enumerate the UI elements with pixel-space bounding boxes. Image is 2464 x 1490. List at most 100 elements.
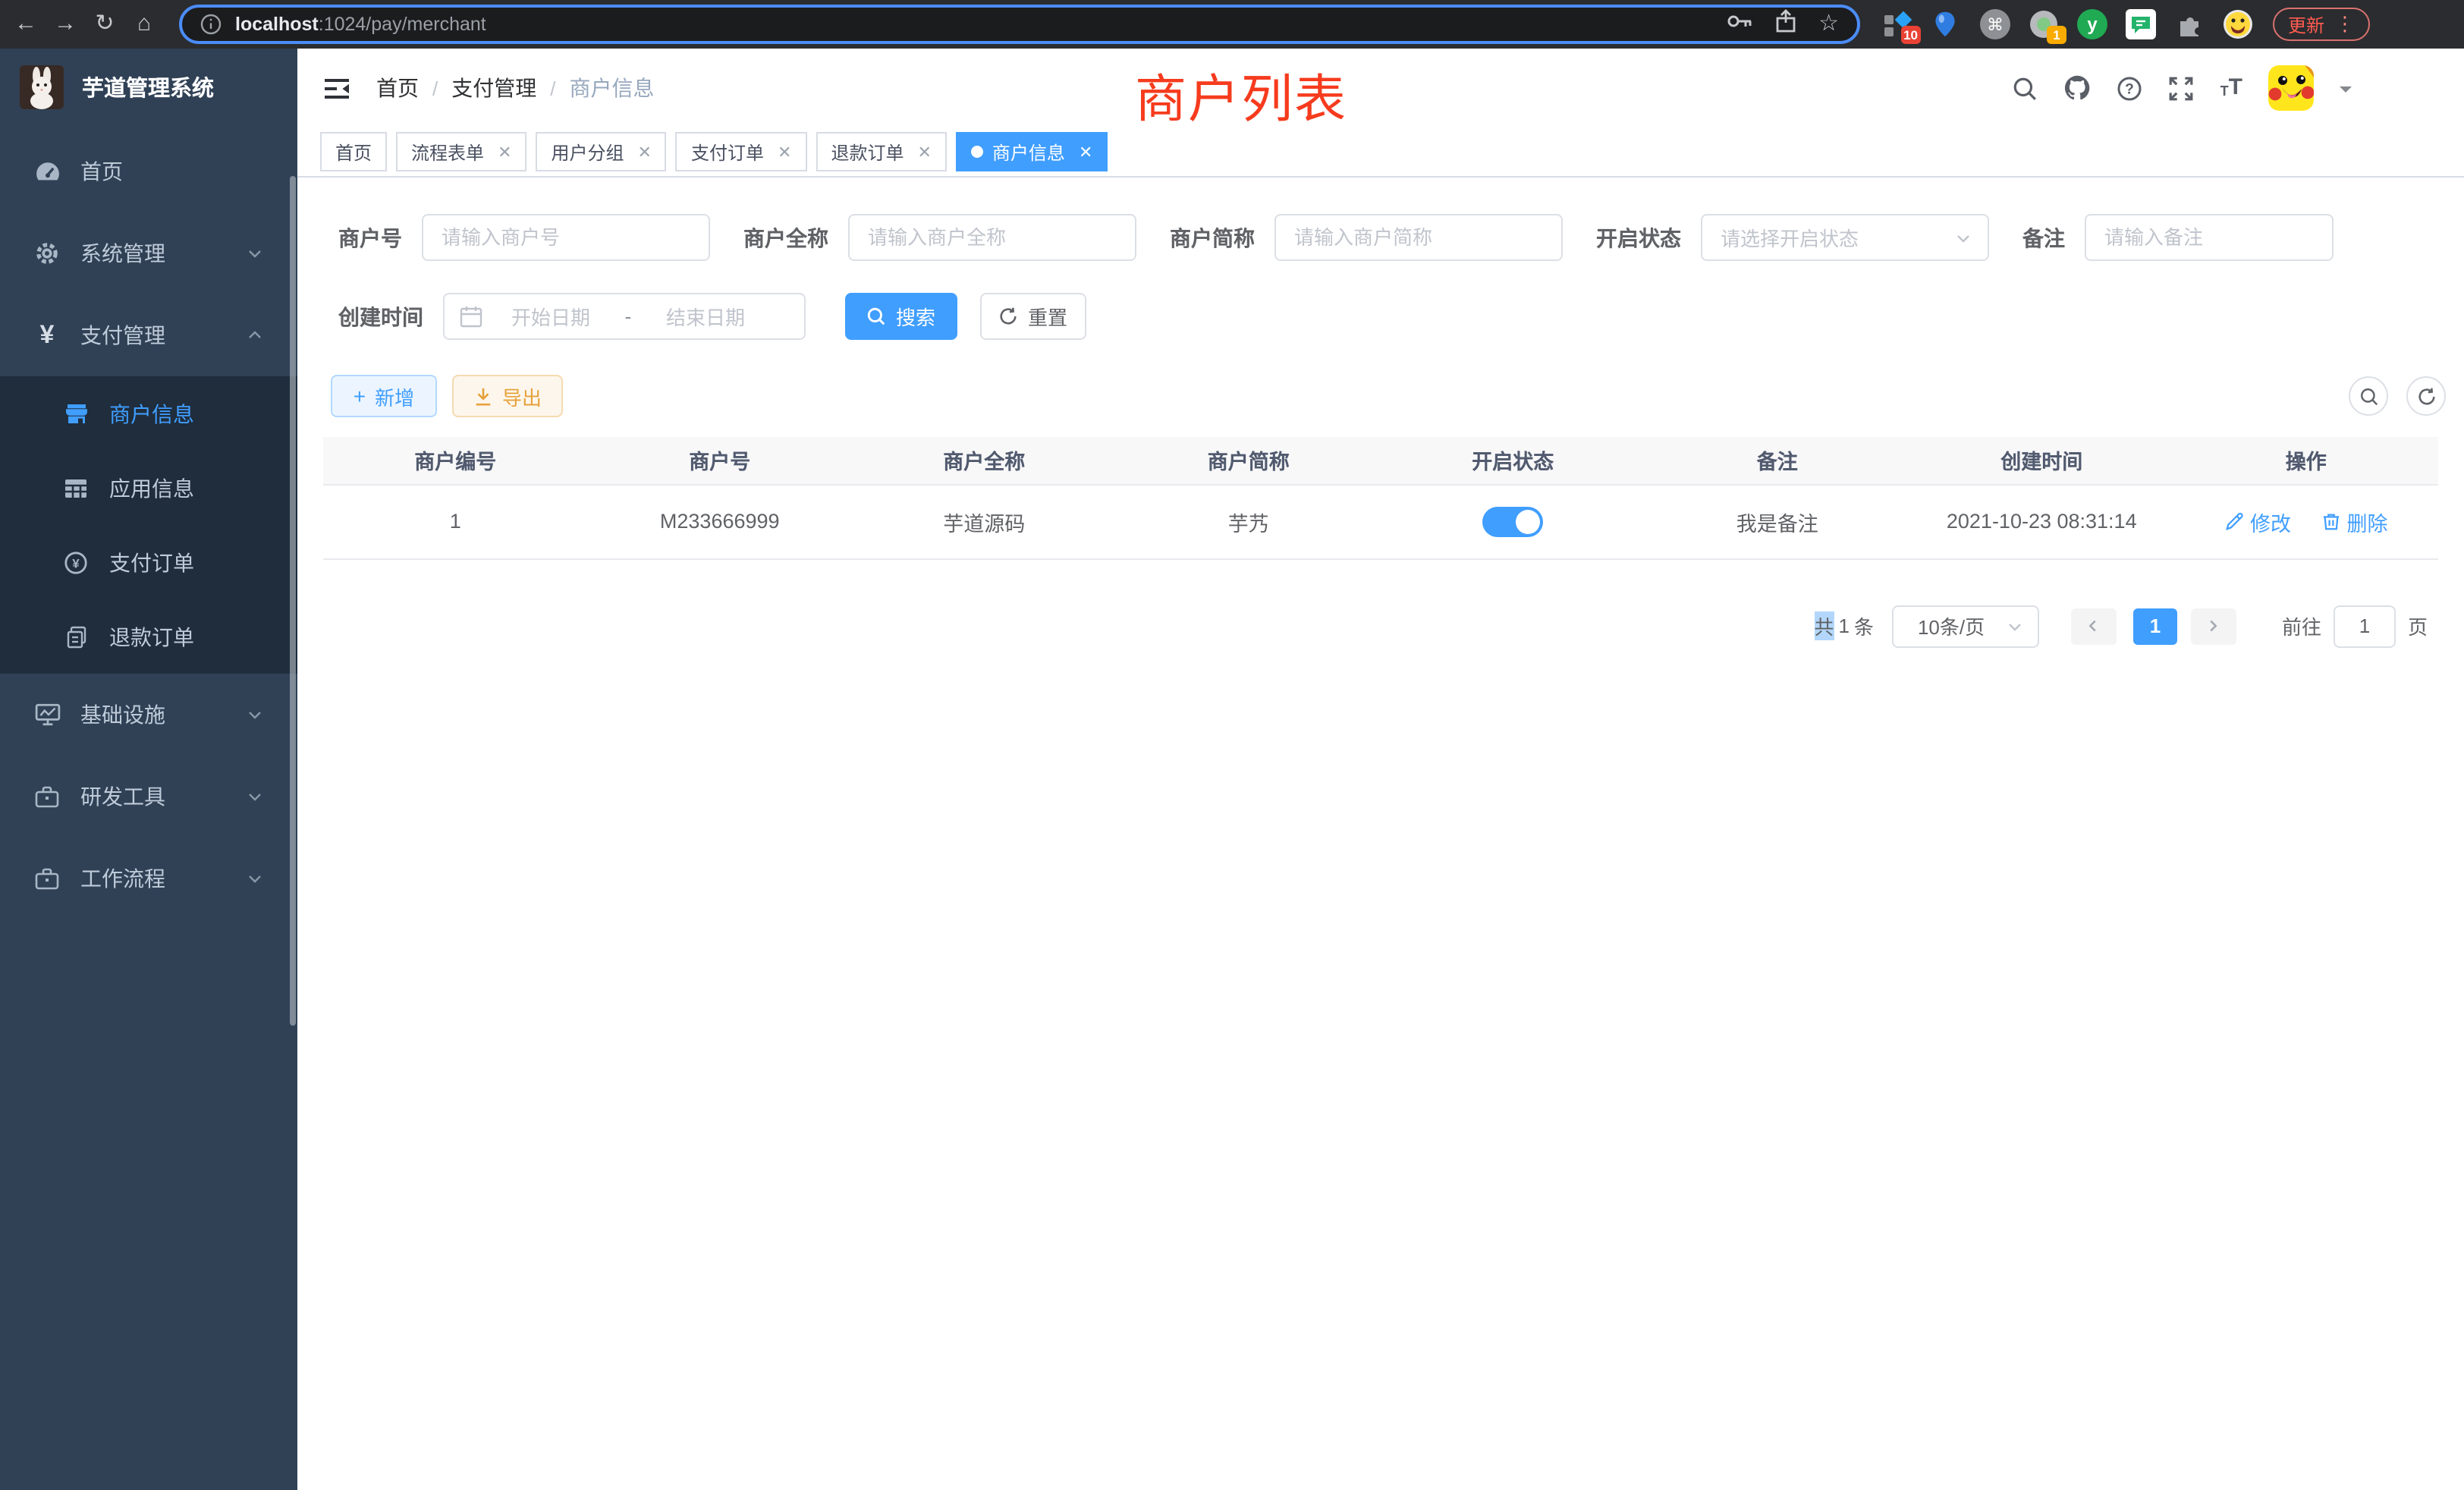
goto-page-input[interactable] xyxy=(2334,605,2396,647)
svg-text:¥: ¥ xyxy=(72,555,80,570)
bookmark-star-icon[interactable]: ☆ xyxy=(1818,15,1839,33)
extension-y-icon[interactable]: y xyxy=(2077,9,2107,39)
sidebar-item-label: 首页 xyxy=(80,156,123,187)
avatar-caret-icon[interactable] xyxy=(2340,86,2352,98)
extension-badge: 10 xyxy=(1900,26,1921,44)
remark-input[interactable] xyxy=(2085,214,2334,261)
sidebar-item-label: 系统管理 xyxy=(80,238,165,269)
breadcrumb-home[interactable]: 首页 xyxy=(376,73,419,103)
browser-reload-icon[interactable]: ↻ xyxy=(85,2,124,47)
col-status: 开启状态 xyxy=(1381,437,1645,484)
shop-icon xyxy=(62,401,90,426)
breadcrumb-pay[interactable]: 支付管理 xyxy=(451,73,536,103)
remark-label: 备注 xyxy=(2022,222,2065,253)
font-size-icon[interactable]: TT xyxy=(2220,77,2242,99)
tab-merchant-info[interactable]: 商户信息 ✕ xyxy=(956,132,1108,171)
extension-pin-icon[interactable]: 10 xyxy=(1883,9,1913,39)
share-icon[interactable] xyxy=(1774,8,1796,40)
tab-pay-order[interactable]: 支付订单 ✕ xyxy=(676,132,806,171)
tab-process-form[interactable]: 流程表单 ✕ xyxy=(396,132,526,171)
github-icon[interactable] xyxy=(2064,74,2092,102)
toggle-search-button[interactable] xyxy=(2349,376,2388,416)
merchant-no-input[interactable] xyxy=(422,214,710,261)
sidebar-item-label: 支付订单 xyxy=(109,547,194,577)
fullscreen-icon[interactable] xyxy=(2169,75,2195,101)
full-name-input[interactable] xyxy=(848,214,1136,261)
close-icon[interactable]: ✕ xyxy=(778,142,791,162)
browser-home-icon[interactable]: ⌂ xyxy=(124,2,164,47)
sidebar-item-app-info[interactable]: 应用信息 xyxy=(0,451,297,525)
extension-chat-icon[interactable] xyxy=(2126,9,2156,39)
close-icon[interactable]: ✕ xyxy=(917,142,931,162)
next-page-button[interactable] xyxy=(2191,608,2236,644)
status-select[interactable]: 请选择开启状态 xyxy=(1701,214,1989,261)
extension-emoji-icon[interactable] xyxy=(2223,9,2253,39)
close-icon[interactable]: ✕ xyxy=(498,142,511,162)
extension-proxy-icon[interactable]: 1 xyxy=(2029,9,2059,39)
browser-menu-dots-icon[interactable]: ⋮ xyxy=(2335,17,2355,32)
extension-pin-balloon-icon[interactable] xyxy=(1931,9,1962,39)
merchant-no-label: 商户号 xyxy=(338,222,402,253)
sidebar-item-system[interactable]: 系统管理 xyxy=(0,212,297,294)
delete-link[interactable]: 删除 xyxy=(2321,506,2388,536)
sidebar-item-devtools[interactable]: 研发工具 xyxy=(0,756,297,838)
url-bar[interactable]: localhost :1024/pay/merchant ☆ xyxy=(179,5,1860,44)
user-avatar-pikachu[interactable] xyxy=(2268,65,2314,111)
total-label-prefix: 共 xyxy=(1814,611,1834,640)
svg-text:?: ? xyxy=(2126,80,2135,96)
browser-forward-icon[interactable]: → xyxy=(46,2,85,47)
short-name-input[interactable] xyxy=(1274,214,1563,261)
sidebar-item-refund-order[interactable]: 退款订单 xyxy=(0,599,297,674)
start-date-placeholder[interactable]: 开始日期 xyxy=(486,302,616,331)
sidebar-item-infra[interactable]: 基础设施 xyxy=(0,674,297,756)
cell-status xyxy=(1381,484,1645,558)
cell-merchant-id: 1 xyxy=(323,484,588,558)
site-info-icon[interactable] xyxy=(200,14,222,35)
sidebar-item-label: 研发工具 xyxy=(80,781,165,812)
chevron-down-icon xyxy=(2006,617,2024,635)
col-remark: 备注 xyxy=(1645,437,1910,484)
chevron-down-icon xyxy=(246,869,264,888)
chevron-down-icon xyxy=(246,787,264,806)
tab-user-group[interactable]: 用户分组 ✕ xyxy=(536,132,667,171)
sidebar-item-home[interactable]: 首页 xyxy=(0,130,297,212)
add-button[interactable]: + 新增 xyxy=(331,375,437,417)
search-icon[interactable] xyxy=(2013,75,2038,101)
reset-button[interactable]: 重置 xyxy=(980,293,1086,340)
refresh-table-button[interactable] xyxy=(2406,376,2446,416)
end-date-placeholder[interactable]: 结束日期 xyxy=(640,302,771,331)
close-icon[interactable]: ✕ xyxy=(638,142,652,162)
tab-refund-order[interactable]: 退款订单 ✕ xyxy=(816,132,946,171)
cell-full-name: 芋道源码 xyxy=(852,484,1117,558)
password-key-icon[interactable] xyxy=(1726,11,1752,38)
chevron-up-icon xyxy=(246,326,264,344)
sidebar-item-pay[interactable]: ¥ 支付管理 xyxy=(0,294,297,376)
app-logo-row[interactable]: 芋道管理系统 xyxy=(0,49,297,124)
browser-update-button[interactable]: 更新 ⋮ xyxy=(2273,8,2370,41)
sidebar-item-merchant-info[interactable]: 商户信息 xyxy=(0,376,297,451)
page-number-1[interactable]: 1 xyxy=(2133,608,2177,644)
extension-command-icon[interactable]: ⌘ xyxy=(1980,9,2010,39)
prev-page-button[interactable] xyxy=(2071,608,2117,644)
navbar-actions: ? TT xyxy=(2013,65,2352,111)
edit-link[interactable]: 修改 xyxy=(2224,506,2291,536)
total-count: 1 xyxy=(1838,615,1849,637)
browser-back-icon[interactable]: ← xyxy=(6,2,46,47)
help-icon[interactable]: ? xyxy=(2117,75,2143,101)
briefcase-icon xyxy=(33,784,61,809)
sidebar-item-pay-order[interactable]: ¥ 支付订单 xyxy=(0,525,297,599)
page-size-select[interactable]: 10条/页 xyxy=(1892,605,2039,647)
sidebar-collapse-icon[interactable] xyxy=(323,77,350,99)
tab-home[interactable]: 首页 xyxy=(320,132,387,171)
create-time-range-picker[interactable]: 开始日期 - 结束日期 xyxy=(443,293,806,340)
export-button[interactable]: 导出 xyxy=(452,375,563,417)
status-toggle-on[interactable] xyxy=(1482,506,1543,536)
col-create-time: 创建时间 xyxy=(1909,437,2174,484)
close-icon[interactable]: ✕ xyxy=(1079,142,1092,162)
search-button[interactable]: 搜索 xyxy=(845,293,957,340)
filter-row-1: 商户号 商户全称 商户简称 开启状态 请选择开启状态 xyxy=(338,214,2438,261)
sidebar-item-workflow[interactable]: 工作流程 xyxy=(0,838,297,919)
sidebar-scrollbar[interactable] xyxy=(290,176,296,1026)
extension-puzzle-icon[interactable] xyxy=(2174,9,2205,39)
filter-row-2: 创建时间 开始日期 - 结束日期 xyxy=(338,293,2438,340)
